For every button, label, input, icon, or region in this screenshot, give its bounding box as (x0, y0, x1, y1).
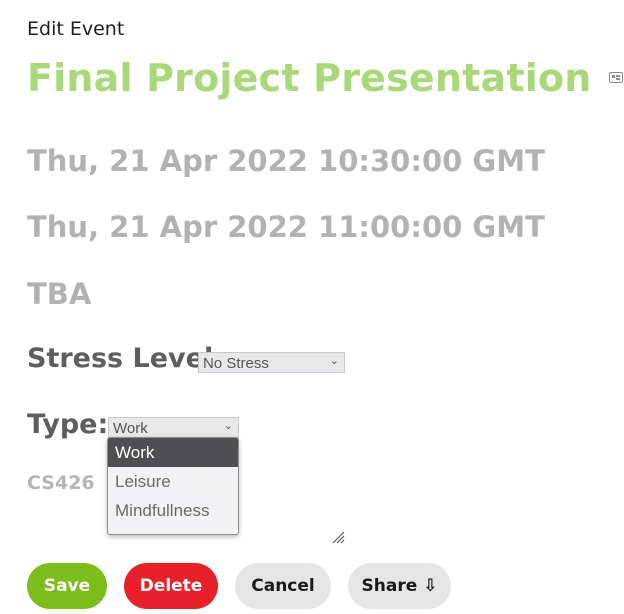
type-option-work[interactable]: Work (108, 438, 238, 467)
stress-level-select[interactable]: No Stress ⌄ (198, 352, 345, 373)
course-code[interactable]: CS426 (27, 472, 95, 494)
type-dropdown-list[interactable]: Work Leisure Mindfullness (107, 437, 239, 535)
type-option-leisure[interactable]: Leisure (108, 467, 238, 496)
card-icon[interactable] (609, 72, 623, 83)
delete-button[interactable]: Delete (124, 563, 218, 609)
stress-level-value: No Stress (203, 355, 269, 372)
stress-level-label: Stress Level: (27, 343, 225, 374)
share-button[interactable]: Share ⇩ (348, 563, 451, 609)
event-title[interactable]: Final Project Presentation (27, 56, 592, 100)
resize-handle-icon[interactable] (331, 530, 345, 544)
chevron-down-icon: ⌄ (223, 420, 233, 432)
cancel-button[interactable]: Cancel (235, 563, 331, 609)
type-select[interactable]: Work ⌄ (108, 417, 239, 438)
page-heading: Edit Event (27, 18, 125, 40)
start-time[interactable]: Thu, 21 Apr 2022 10:30:00 GMT (27, 144, 545, 178)
type-value: Work (113, 420, 148, 437)
type-option-mindfullness[interactable]: Mindfullness (108, 496, 238, 525)
save-button[interactable]: Save (27, 563, 107, 609)
chevron-down-icon: ⌄ (329, 355, 339, 367)
type-label: Type: (27, 409, 109, 440)
location[interactable]: TBA (27, 277, 91, 311)
end-time[interactable]: Thu, 21 Apr 2022 11:00:00 GMT (27, 210, 545, 244)
